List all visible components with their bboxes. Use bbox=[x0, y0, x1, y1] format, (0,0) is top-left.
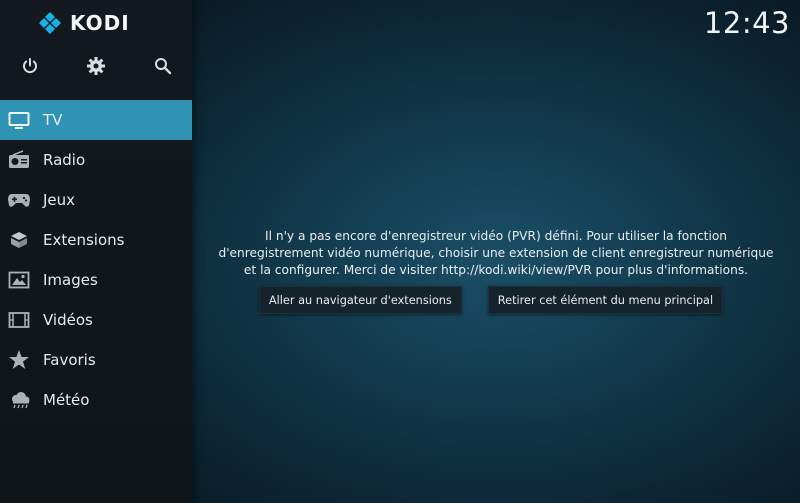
addon-browser-button[interactable]: Aller au navigateur d'extensions bbox=[258, 286, 462, 314]
menu-item-jeux[interactable]: Jeux bbox=[0, 180, 192, 220]
menu-item-videos[interactable]: Vidéos bbox=[0, 300, 192, 340]
gamepad-icon bbox=[7, 188, 31, 212]
power-icon[interactable] bbox=[18, 54, 42, 78]
tv-icon bbox=[7, 108, 31, 132]
clock: 12:43 bbox=[703, 6, 790, 40]
top-toolbar bbox=[0, 54, 192, 80]
menu-item-meteo[interactable]: Météo bbox=[0, 380, 192, 420]
action-buttons: Aller au navigateur d'extensions Retirer… bbox=[192, 286, 800, 314]
pvr-message-line-1: Il n'y a pas encore d'enregistreur vidéo… bbox=[264, 229, 728, 243]
menu-label-videos: Vidéos bbox=[43, 311, 93, 329]
box-icon bbox=[7, 228, 31, 252]
menu-item-radio[interactable]: Radio bbox=[0, 140, 192, 180]
menu-label-radio: Radio bbox=[43, 151, 86, 169]
menu-item-extensions[interactable]: Extensions bbox=[0, 220, 192, 260]
kodi-logo: KODI bbox=[38, 10, 130, 36]
menu-label-jeux: Jeux bbox=[43, 191, 76, 209]
gear-icon[interactable] bbox=[84, 54, 108, 78]
menu-label-meteo: Météo bbox=[43, 391, 90, 409]
film-icon bbox=[7, 308, 31, 332]
menu-label-extensions: Extensions bbox=[43, 231, 125, 249]
menu-item-images[interactable]: Images bbox=[0, 260, 192, 300]
radio-icon bbox=[7, 148, 31, 172]
search-icon[interactable] bbox=[151, 54, 175, 78]
menu-label-tv: TV bbox=[43, 111, 63, 129]
kodi-logo-icon bbox=[39, 12, 61, 34]
main-menu: TV Radio Jeux Extensions Images Vidéos F… bbox=[0, 100, 192, 420]
pvr-message-line-3: et la configurer. Merci de visiter http:… bbox=[243, 263, 749, 277]
pvr-message-line-2: d'enregistrement vidéo numérique, choisi… bbox=[218, 246, 774, 260]
menu-label-favoris: Favoris bbox=[43, 351, 96, 369]
sidebar: KODI TV Radio Jeux Extensions Images Vid… bbox=[0, 0, 192, 503]
pvr-message: Il n'y a pas encore d'enregistreur vidéo… bbox=[192, 228, 800, 279]
menu-item-favoris[interactable]: Favoris bbox=[0, 340, 192, 380]
picture-icon bbox=[7, 268, 31, 292]
kodi-logo-text: KODI bbox=[70, 11, 130, 35]
remove-menu-item-button[interactable]: Retirer cet élément du menu principal bbox=[487, 286, 724, 314]
weather-icon bbox=[7, 388, 31, 412]
star-icon bbox=[7, 348, 31, 372]
menu-label-images: Images bbox=[43, 271, 98, 289]
menu-item-tv[interactable]: TV bbox=[0, 100, 192, 140]
